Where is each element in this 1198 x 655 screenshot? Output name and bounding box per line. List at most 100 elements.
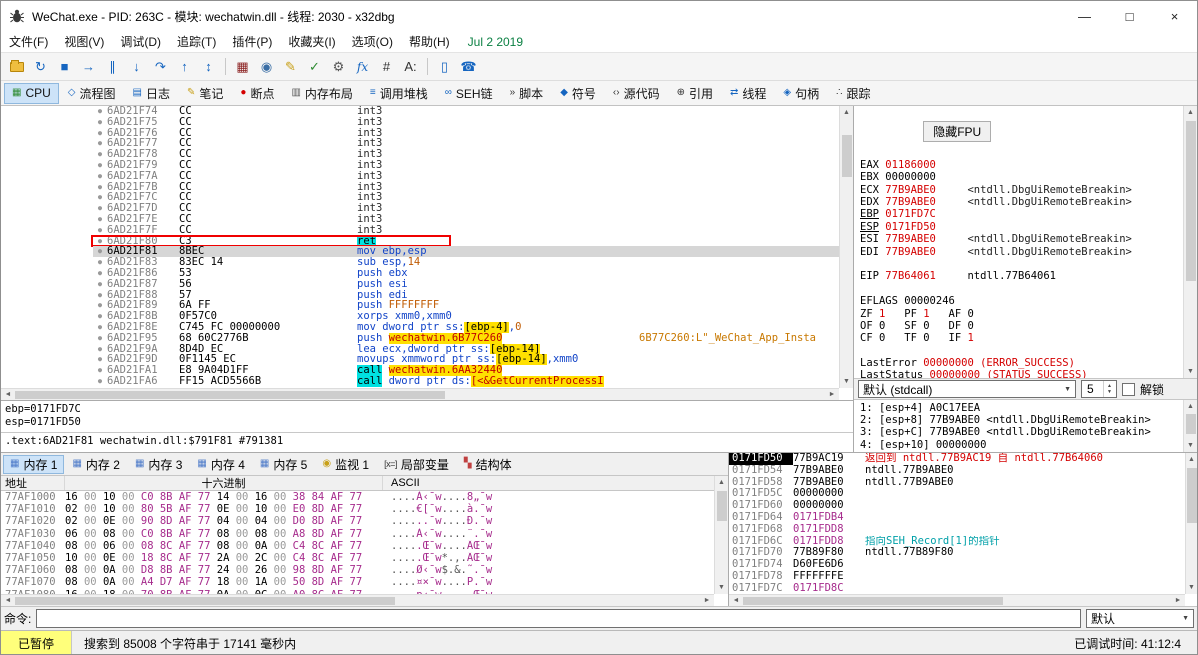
breakpoint-dot-icon[interactable]: ● — [93, 257, 107, 268]
breakpoint-dot-icon[interactable]: ● — [93, 138, 107, 149]
register-row[interactable]: EDX 77B9ABE0 <ntdll.DbgUiRemoteBreakin> — [860, 196, 1183, 208]
tab-CPU[interactable]: ▦CPU — [4, 83, 59, 104]
menu-item[interactable]: 追踪(T) — [169, 31, 224, 52]
scroll-up-arrow-icon[interactable]: ▲ — [840, 106, 853, 119]
menu-item[interactable]: 插件(P) — [224, 31, 280, 52]
memory-col-ascii[interactable]: ASCII — [383, 476, 714, 490]
hide-fpu-button[interactable]: 隐藏FPU — [923, 121, 991, 142]
menu-item[interactable]: 文件(F) — [1, 31, 56, 52]
breakpoint-dot-icon[interactable]: ● — [93, 322, 107, 333]
scroll-thumb[interactable] — [717, 491, 727, 521]
stepper-arrows-icon[interactable]: ▲▼ — [1103, 381, 1115, 397]
memory-row[interactable]: 77AF106008 00 0A 00 D8 8B AF 77 24 00 26… — [1, 564, 714, 576]
minimize-button[interactable]: — — [1062, 1, 1107, 31]
register-row[interactable] — [860, 258, 1183, 270]
fx-icon[interactable]: fx — [351, 56, 374, 78]
unlock-checkbox[interactable] — [1122, 383, 1135, 396]
breakpoint-dot-icon[interactable]: ● — [93, 354, 107, 365]
memory-row[interactable]: 77AF103006 00 08 00 C0 8B AF 77 08 00 08… — [1, 528, 714, 540]
registers-vertical-scrollbar[interactable]: ▲ ▼ — [1183, 106, 1197, 378]
breakpoint-dot-icon[interactable]: ● — [93, 365, 107, 376]
tab-脚本[interactable]: »脚本 — [502, 83, 552, 104]
scroll-left-arrow-icon[interactable]: ◄ — [1, 597, 15, 604]
breakpoint-dot-icon[interactable]: ● — [93, 106, 107, 117]
scroll-up-arrow-icon[interactable]: ▲ — [1184, 400, 1197, 413]
maximize-button[interactable]: □ — [1107, 1, 1152, 31]
breakpoint-dot-icon[interactable]: ● — [93, 214, 107, 225]
step-into-icon[interactable]: ↓ — [125, 56, 148, 78]
breakpoint-dot-icon[interactable]: ● — [93, 333, 107, 344]
tab-内存 4[interactable]: ▦内存 4 — [190, 455, 251, 474]
tab-内存 3[interactable]: ▦内存 3 — [128, 455, 189, 474]
register-row[interactable]: LastStatus 00000000 (STATUS_SUCCESS) — [860, 369, 1183, 378]
disasm-row[interactable]: ●6AD21FA6FF15 ACD5566Bcall dword ptr ds:… — [1, 376, 839, 387]
run-to-return-icon[interactable]: ↕ — [197, 56, 220, 78]
scroll-thumb[interactable] — [1187, 468, 1197, 523]
scroll-thumb[interactable] — [743, 597, 1003, 605]
scroll-right-arrow-icon[interactable]: ► — [825, 391, 839, 398]
disasm-row[interactable]: ●6AD21F8756push esi — [1, 279, 839, 290]
menu-item[interactable]: 调试(D) — [112, 31, 169, 52]
check-icon[interactable]: ✓ — [303, 56, 326, 78]
register-row[interactable]: EBX 00000000 — [860, 171, 1183, 183]
breakpoint-dot-icon[interactable]: ● — [93, 344, 107, 355]
scroll-down-arrow-icon[interactable]: ▼ — [1186, 581, 1197, 594]
memory-row[interactable]: 77AF105010 00 0E 00 18 8C AF 77 2A 00 2C… — [1, 552, 714, 564]
scroll-down-arrow-icon[interactable]: ▼ — [715, 581, 728, 594]
register-row[interactable]: EFLAGS 00000246 — [860, 295, 1183, 307]
tab-SEH链[interactable]: ∞SEH链 — [437, 83, 501, 104]
step-out-icon[interactable]: ↑ — [173, 56, 196, 78]
scroll-right-arrow-icon[interactable]: ► — [1171, 597, 1185, 604]
stack-horizontal-scrollbar[interactable]: ◄ ► — [729, 594, 1185, 606]
hash-icon[interactable]: # — [375, 56, 398, 78]
scroll-left-arrow-icon[interactable]: ◄ — [729, 597, 743, 604]
tab-结构体[interactable]: ▚结构体 — [457, 455, 519, 474]
scroll-left-arrow-icon[interactable]: ◄ — [1, 391, 15, 398]
arg-count-stepper[interactable]: 5 ▲▼ — [1081, 380, 1117, 398]
tab-源代码[interactable]: ‹›源代码 — [605, 83, 668, 104]
tab-内存 2[interactable]: ▦内存 2 — [65, 455, 126, 474]
menu-item[interactable]: 帮助(H) — [401, 31, 458, 52]
disasm-horizontal-scrollbar[interactable]: ◄ ► — [1, 388, 839, 400]
disasm-row[interactable]: ●6AD21F9568 60C2776Bpush wechatwin.6B77C… — [1, 333, 839, 344]
pause-icon[interactable]: ∥ — [101, 56, 124, 78]
tab-引用[interactable]: ⊕引用 — [669, 83, 721, 104]
menu-item[interactable]: 视图(V) — [56, 31, 112, 52]
argument-row[interactable]: 3: [esp+C] 77B9ABE0 <ntdll.DbgUiRemoteBr… — [860, 426, 1183, 438]
register-row[interactable]: ZF 1 PF 1 AF 0 — [860, 308, 1183, 320]
scroll-thumb[interactable] — [1186, 121, 1196, 281]
breakpoint-dot-icon[interactable]: ● — [93, 236, 107, 247]
tab-跟踪[interactable]: ∴跟踪 — [828, 83, 878, 104]
exit-icon[interactable]: ▯ — [433, 56, 456, 78]
tab-局部变量[interactable]: [x=]局部变量 — [377, 455, 456, 474]
scroll-up-arrow-icon[interactable]: ▲ — [1186, 453, 1197, 466]
info-icon[interactable]: ◉ — [255, 56, 278, 78]
scroll-right-arrow-icon[interactable]: ► — [700, 597, 714, 604]
tab-符号[interactable]: ◆符号 — [552, 83, 604, 104]
breakpoint-dot-icon[interactable]: ● — [93, 149, 107, 160]
breakpoint-dot-icon[interactable]: ● — [93, 171, 107, 182]
tab-断点[interactable]: ●断点 — [232, 83, 282, 104]
stack-row[interactable]: 0171FD640171FDB4 — [729, 512, 1185, 524]
disasm-row[interactable]: ●6AD21F7ACCint3 — [1, 171, 839, 182]
memory-row[interactable]: 77AF101002 00 10 00 80 5B AF 77 0E 00 10… — [1, 503, 714, 515]
breakpoint-dot-icon[interactable]: ● — [93, 203, 107, 214]
disasm-row[interactable]: ●6AD21F75CCint3 — [1, 117, 839, 128]
memory-horizontal-scrollbar[interactable]: ◄ ► — [1, 594, 714, 606]
register-row[interactable]: OF 0 SF 0 DF 0 — [860, 320, 1183, 332]
memory-col-hex[interactable]: 十六进制 — [65, 476, 383, 490]
memory-row[interactable]: 77AF107008 00 0A 00 A4 D7 AF 77 18 00 1A… — [1, 576, 714, 588]
scroll-thumb[interactable] — [1186, 414, 1196, 434]
tab-日志[interactable]: ▤日志 — [125, 83, 178, 104]
memory-col-address[interactable]: 地址 — [1, 476, 65, 490]
tab-流程图[interactable]: ◇流程图 — [60, 83, 124, 104]
register-row[interactable]: LastError 00000000 (ERROR_SUCCESS) — [860, 357, 1183, 369]
register-row[interactable]: EAX 01186000 — [860, 159, 1183, 171]
phone-icon[interactable]: ☎ — [457, 56, 480, 78]
tab-内存 1[interactable]: ▦内存 1 — [3, 455, 64, 474]
disasm-vertical-scrollbar[interactable]: ▲ ▼ — [839, 106, 853, 388]
stack-row[interactable]: 0171FD7C0171FD8C — [729, 583, 1185, 594]
scroll-thumb[interactable] — [15, 391, 445, 399]
argument-row[interactable]: 4: [esp+10] 00000000 — [860, 439, 1183, 451]
stack-row[interactable]: 0171FD680171FDD8 — [729, 524, 1185, 536]
